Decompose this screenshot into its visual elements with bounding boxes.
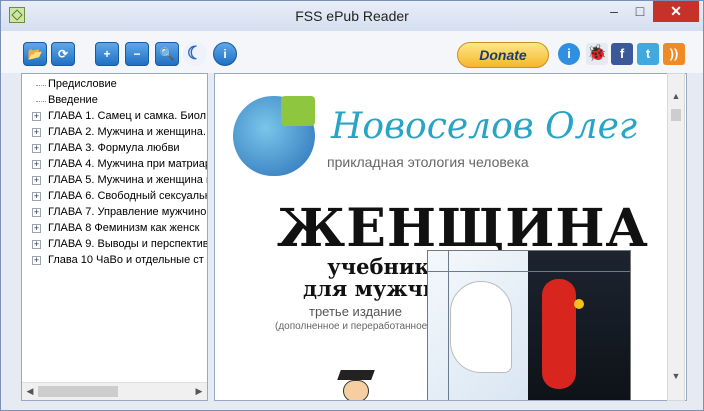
app-window: FSS ePub Reader – □ ✕ 📂 ⟳ + − 🔍 ☾ i Dona… [0, 0, 704, 411]
rss-icon[interactable]: )) [663, 43, 685, 65]
expand-icon[interactable]: + [32, 176, 41, 185]
scroll-up-icon[interactable]: ▲ [669, 90, 683, 103]
graduation-cap-icon [337, 370, 375, 380]
scroll-right-icon[interactable]: ▶ [192, 385, 206, 398]
toc-item-label: ГЛАВА 6. Свободный сексуальн [48, 190, 208, 202]
twitter-icon[interactable]: t [637, 43, 659, 65]
expand-icon[interactable]: + [32, 160, 41, 169]
info-icon[interactable]: i [558, 43, 580, 65]
toc-item-label: Предисловие [48, 78, 117, 90]
grid-line [428, 271, 630, 272]
tree-connector [36, 85, 46, 86]
toc-item-label: ГЛАВА 7. Управление мужчино [48, 206, 207, 218]
minimize-button[interactable]: – [601, 1, 627, 22]
toc-item[interactable]: Введение [22, 93, 207, 109]
toc-item-label: ГЛАВА 2. Мужчина и женщина. [48, 126, 206, 138]
toc-item-label: ГЛАВА 1. Самец и самка. Биол [48, 110, 207, 122]
viewer-vertical-scrollbar[interactable]: ▲ ▼ [667, 73, 685, 401]
night-mode-icon[interactable]: ☾ [183, 42, 207, 66]
expand-icon[interactable]: + [32, 224, 41, 233]
devil-body [542, 279, 576, 389]
apple-icon [574, 299, 584, 309]
toc-item[interactable]: + ГЛАВА 8 Феминизм как женск [22, 221, 207, 237]
refresh-icon[interactable]: ⟳ [51, 42, 75, 66]
cover-author: Новоселов Олег [331, 106, 638, 147]
toc-item-label: ГЛАВА 9. Выводы и перспективы [48, 238, 208, 250]
viewer-scroll-thumb[interactable] [671, 109, 681, 121]
toc-item-label: Введение [48, 94, 98, 106]
expand-icon[interactable]: + [32, 256, 41, 265]
cover-illustration [427, 250, 631, 400]
facebook-icon[interactable]: f [611, 43, 633, 65]
zoom-in-icon[interactable]: + [95, 42, 119, 66]
toolbar: 📂 ⟳ + − 🔍 ☾ i Donate i 🐞 f t )) [1, 31, 703, 73]
expand-icon[interactable]: + [32, 240, 41, 249]
book-cover: Новоселов Олег прикладная этология челов… [227, 92, 659, 400]
title-bar[interactable]: FSS ePub Reader – □ ✕ [1, 1, 703, 31]
grid-line [448, 251, 449, 400]
toc-horizontal-scrollbar[interactable]: ◀ ▶ [22, 382, 207, 400]
toc-item-label: Глава 10 ЧаВо и отдельные ст [48, 254, 204, 266]
maximize-button[interactable]: □ [627, 1, 653, 22]
expand-icon[interactable]: + [32, 144, 41, 153]
open-folder-icon[interactable]: 📂 [23, 42, 47, 66]
toc-item[interactable]: + ГЛАВА 9. Выводы и перспективы [22, 237, 207, 253]
cartoon-face-icon [343, 380, 369, 400]
toc-item-label: ГЛАВА 4. Мужчина при матриарх [48, 158, 208, 170]
devil-figure [528, 251, 630, 400]
expand-icon[interactable]: + [32, 112, 41, 121]
angel-wing [450, 281, 512, 373]
toc-item[interactable]: + ГЛАВА 4. Мужчина при матриарх [22, 157, 207, 173]
angel-figure [428, 251, 528, 400]
scroll-left-icon[interactable]: ◀ [23, 385, 37, 398]
window-title: FSS ePub Reader [295, 8, 409, 24]
toc-item[interactable]: + ГЛАВА 2. Мужчина и женщина. [22, 125, 207, 141]
expand-icon[interactable]: + [32, 208, 41, 217]
expand-icon[interactable]: + [32, 192, 41, 201]
cover-edition-note: (дополненное и переработанное) [275, 321, 431, 332]
toc-item[interactable]: + ГЛАВА 7. Управление мужчино [22, 205, 207, 221]
toc-item[interactable]: Предисловие [22, 77, 207, 93]
toc-item[interactable]: + ГЛАВА 3. Формула любви [22, 141, 207, 157]
toc-item-label: ГЛАВА 5. Мужчина и женщина н [48, 174, 208, 186]
bug-report-icon[interactable]: 🐞 [586, 43, 608, 65]
scroll-thumb[interactable] [38, 386, 118, 397]
toc-item[interactable]: + ГЛАВА 1. Самец и самка. Биол [22, 109, 207, 125]
author-logo [233, 96, 315, 176]
scroll-down-icon[interactable]: ▼ [669, 370, 683, 383]
cover-series: прикладная этология человека [327, 154, 529, 170]
zoom-out-icon[interactable]: − [125, 42, 149, 66]
puzzle-piece-icon [281, 96, 315, 126]
page-viewer[interactable]: Новоселов Олег прикладная этология челов… [214, 73, 687, 401]
toc-tree: Предисловие Введение + ГЛАВА 1. Самец и сам… [21, 73, 208, 401]
toc-item[interactable]: + ГЛАВА 6. Свободный сексуальн [22, 189, 207, 205]
toc-item-label: ГЛАВА 3. Формула любви [48, 142, 180, 154]
info-bubble-icon[interactable]: i [213, 42, 237, 66]
toc-item[interactable]: + Глава 10 ЧаВо и отдельные ст [22, 253, 207, 269]
donate-button[interactable]: Donate [457, 42, 549, 68]
zoom-fit-icon[interactable]: 🔍 [155, 42, 179, 66]
toc-item-label: ГЛАВА 8 Феминизм как женск [48, 222, 200, 234]
close-button[interactable]: ✕ [653, 1, 699, 22]
toc-item[interactable]: + ГЛАВА 5. Мужчина и женщина н [22, 173, 207, 189]
tree-connector [36, 101, 46, 102]
expand-icon[interactable]: + [32, 128, 41, 137]
cover-edition: третье издание [309, 304, 402, 319]
toc-list: Предисловие Введение + ГЛАВА 1. Самец и сам… [22, 77, 207, 269]
